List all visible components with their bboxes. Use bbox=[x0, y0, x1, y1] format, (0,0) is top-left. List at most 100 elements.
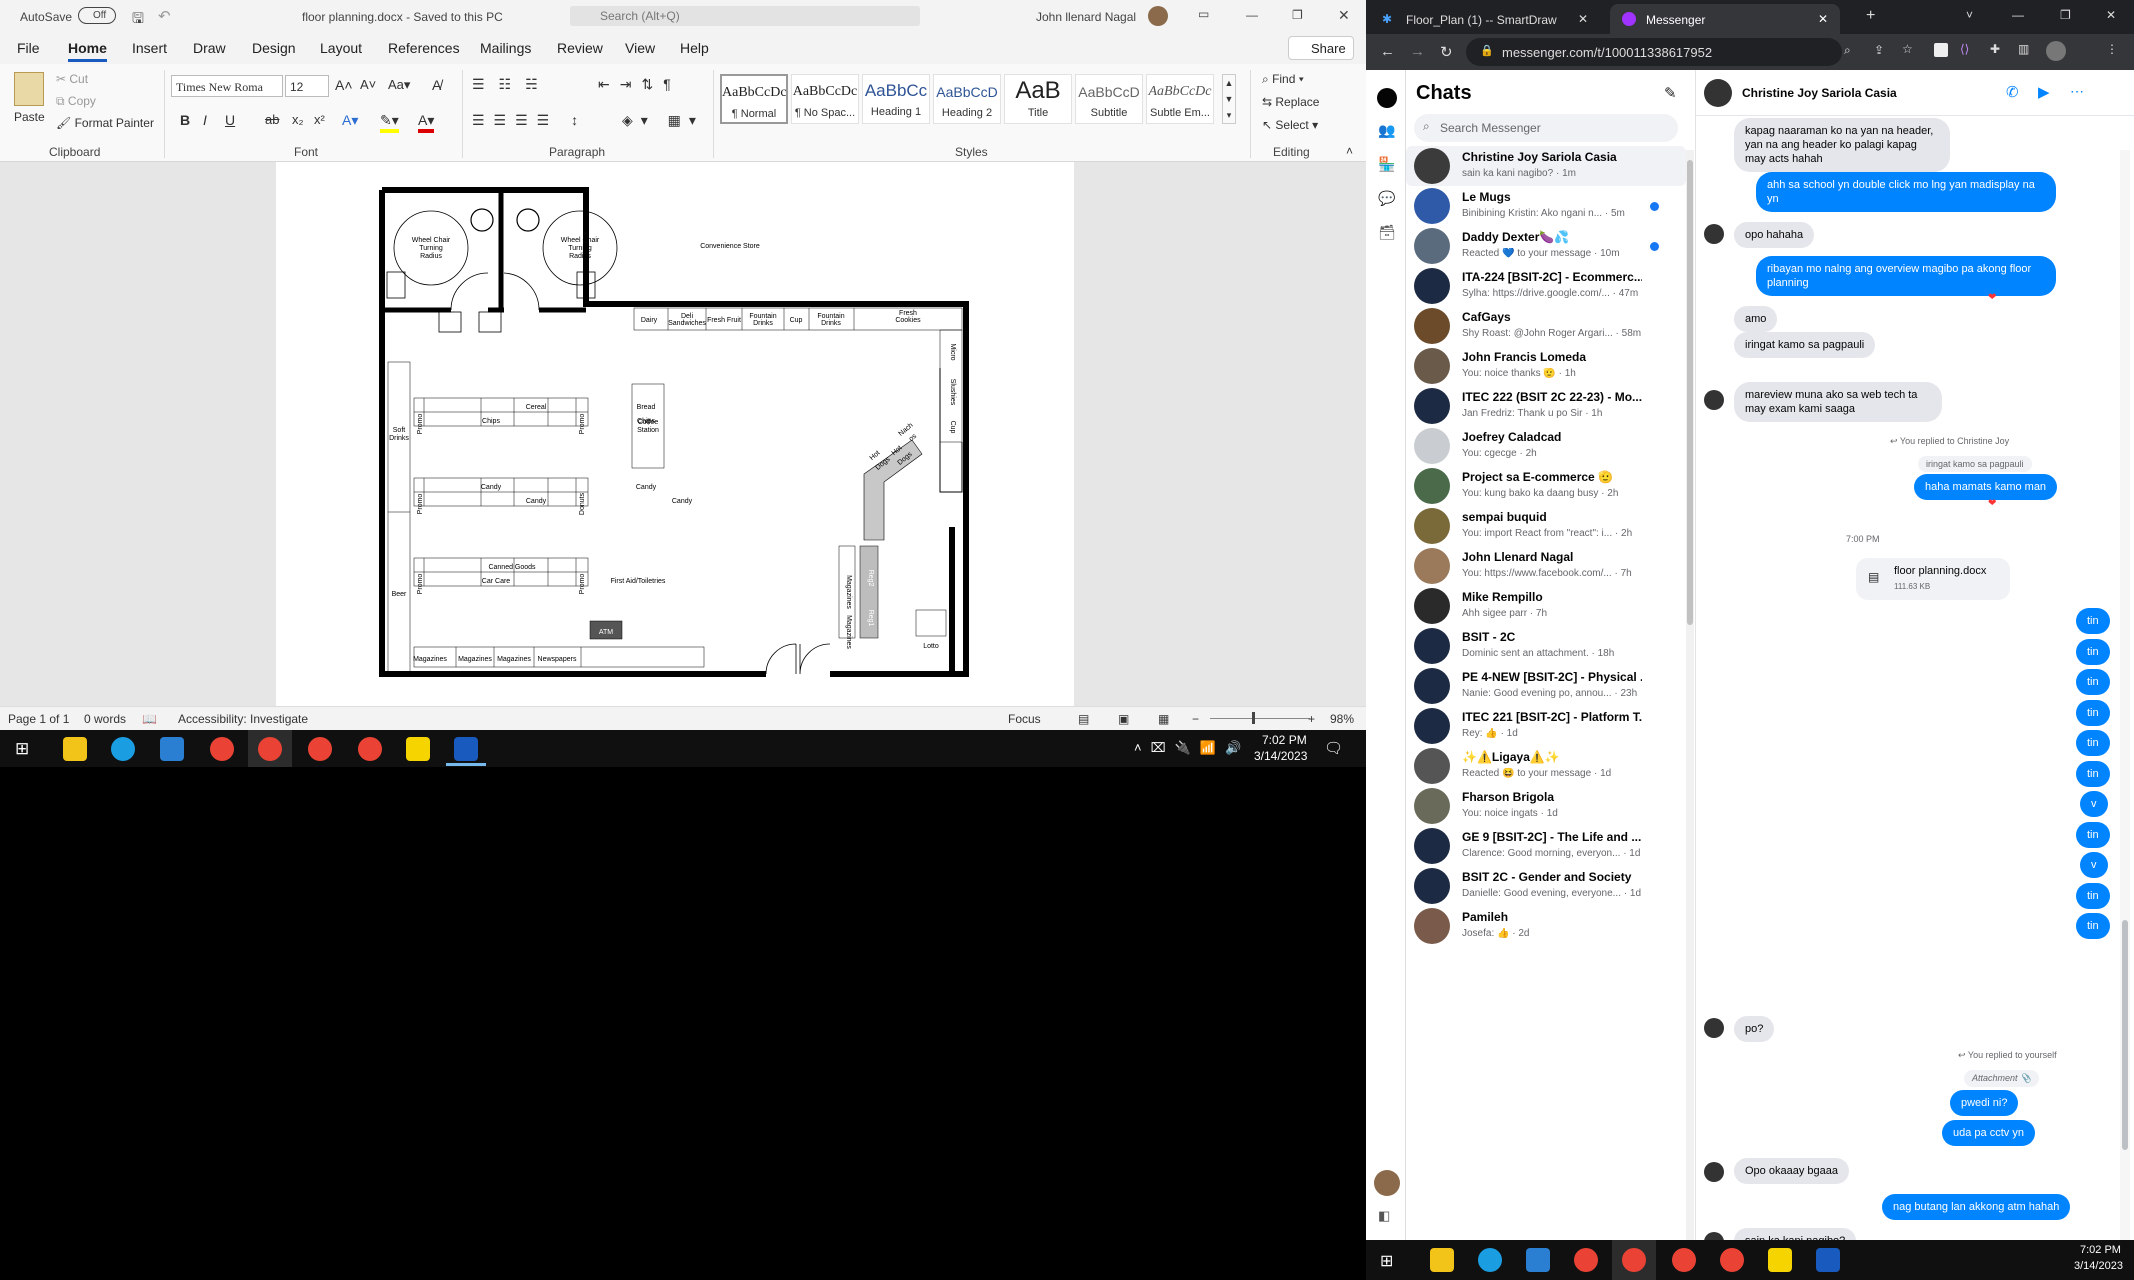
sticky-notes-icon[interactable] bbox=[1768, 1248, 1792, 1272]
message-sent[interactable]: ribayan mo nalng ang overview magibo pa … bbox=[1756, 256, 2056, 296]
focus-button[interactable]: Focus bbox=[1008, 712, 1041, 726]
chrome-icon[interactable] bbox=[1672, 1248, 1696, 1272]
zoom-icon[interactable]: ⌕ bbox=[1844, 43, 1851, 58]
web-layout-icon[interactable]: ▦ bbox=[1158, 712, 1169, 726]
chat-list-item[interactable]: sempai buquid You: import React from "rea… bbox=[1406, 506, 1686, 546]
subscript-icon[interactable]: x₂ bbox=[292, 112, 304, 127]
minimize-icon[interactable]: — bbox=[2012, 8, 2024, 22]
chrome-icon[interactable] bbox=[1622, 1248, 1646, 1272]
superscript-icon[interactable]: x² bbox=[314, 112, 325, 127]
my-avatar[interactable] bbox=[1374, 1170, 1400, 1196]
text-effects-icon[interactable]: A▾ bbox=[342, 112, 358, 129]
edge-icon[interactable] bbox=[111, 737, 135, 761]
tab-mailings[interactable]: Mailings bbox=[480, 40, 531, 56]
back-icon[interactable]: ← bbox=[1380, 43, 1395, 60]
italic-icon[interactable]: I bbox=[203, 112, 207, 128]
voice-call-icon[interactable]: ✆ bbox=[2006, 83, 2019, 101]
new-message-icon[interactable]: ✎ bbox=[1664, 84, 1677, 102]
save-icon[interactable]: 🖫 bbox=[132, 8, 144, 32]
style-title[interactable]: AaB Title bbox=[1004, 74, 1072, 124]
extension-icon[interactable]: ⟨⟩ bbox=[1960, 42, 1969, 56]
share-button[interactable]: Share bbox=[1288, 36, 1354, 60]
message-sent[interactable]: tin bbox=[2076, 730, 2110, 756]
shading-border-buttons[interactable]: ◈▾ ▦▾ bbox=[622, 112, 704, 129]
chrome-icon[interactable] bbox=[358, 737, 382, 761]
style-normal[interactable]: AaBbCcDc ¶ Normal bbox=[720, 74, 788, 124]
style-subtitle[interactable]: AaBbCcD Subtitle bbox=[1075, 74, 1143, 124]
chrome-icon[interactable] bbox=[308, 737, 332, 761]
message-sent[interactable]: tin bbox=[2076, 669, 2110, 695]
message-sent[interactable]: tin bbox=[2076, 760, 2110, 787]
chats-icon[interactable] bbox=[1377, 88, 1397, 108]
archive-icon[interactable]: 🗃 bbox=[1378, 224, 1396, 241]
message-received[interactable]: po? bbox=[1734, 1016, 1775, 1042]
zoom-slider[interactable] bbox=[1210, 718, 1310, 719]
chat-list-item[interactable]: Le Mugs Binibining Kristin: Ako ngani n..… bbox=[1406, 186, 1686, 226]
contact-avatar[interactable] bbox=[1704, 79, 1732, 107]
message-received[interactable]: opo hahaha bbox=[1734, 222, 1815, 248]
chrome-icon[interactable] bbox=[210, 737, 234, 761]
contact-name[interactable]: Christine Joy Sariola Casia bbox=[1742, 86, 1897, 100]
indent-buttons[interactable]: ⇤⇥⇅¶ bbox=[598, 76, 681, 93]
alignment-buttons[interactable]: ☰☰☰☰ ↕ bbox=[472, 112, 587, 129]
shrink-font-icon[interactable]: A˅ bbox=[360, 77, 376, 92]
message-sent[interactable]: nag butang lan akkong atm hahah bbox=[1882, 1194, 2071, 1220]
page-count[interactable]: Page 1 of 1 bbox=[8, 712, 69, 726]
close-tab-icon[interactable]: ✕ bbox=[1818, 12, 1828, 26]
chat-list-item[interactable]: Project sa E-commerce 🫡 You: kung bako ka… bbox=[1406, 466, 1686, 506]
chrome-icon[interactable] bbox=[258, 737, 282, 761]
tab-smartdraw[interactable]: ✱ Floor_Plan (1) -- SmartDraw ✕ bbox=[1370, 4, 1600, 34]
more-options-icon[interactable]: ⋯ bbox=[2070, 83, 2084, 100]
clock-date[interactable]: 3/14/2023 bbox=[2074, 1260, 2123, 1272]
user-avatar[interactable] bbox=[1148, 6, 1168, 26]
style-heading-1[interactable]: AaBbCc Heading 1 bbox=[862, 74, 930, 124]
read-mode-icon[interactable]: ▤ bbox=[1078, 712, 1089, 726]
vscode-icon[interactable] bbox=[1526, 1248, 1550, 1272]
chat-list-item[interactable]: CafGays Shy Roast: @John Roger Argari... … bbox=[1406, 306, 1686, 346]
paste-icon[interactable] bbox=[14, 72, 44, 106]
chrome-icon[interactable] bbox=[1574, 1248, 1598, 1272]
proofing-icon[interactable]: 📖 bbox=[142, 712, 157, 726]
clock-time[interactable]: 7:02 PM bbox=[2080, 1244, 2121, 1256]
tab-messenger[interactable]: Messenger ✕ bbox=[1610, 4, 1840, 34]
zoom-slider-thumb[interactable] bbox=[1252, 712, 1255, 724]
word-count[interactable]: 0 words bbox=[84, 712, 126, 726]
chat-list-item[interactable]: John Francis Lomeda You: noice thanks 🫡 ·… bbox=[1406, 346, 1686, 386]
message-received[interactable]: mareview muna ako sa web tech ta may exa… bbox=[1734, 382, 1942, 422]
font-color-icon[interactable]: A▾ bbox=[418, 112, 435, 133]
list-buttons[interactable]: ☰☷☵ bbox=[472, 76, 552, 93]
tab-design[interactable]: Design bbox=[252, 40, 296, 56]
chat-list-item[interactable]: ITEC 222 (BSIT 2C 22-23) - Mo... Jan Fred… bbox=[1406, 386, 1686, 426]
message-received[interactable]: amo bbox=[1734, 306, 1778, 332]
windows-start-icon[interactable]: ⊞ bbox=[1380, 1251, 1393, 1271]
message-sent[interactable]: pwedi ni? bbox=[1950, 1090, 2019, 1116]
message-sent[interactable]: uda pa cctv yn bbox=[1942, 1120, 2035, 1146]
maximize-icon[interactable]: ❐ bbox=[1292, 8, 1303, 22]
heart-reaction-icon[interactable]: ❤ bbox=[1988, 498, 1996, 509]
tab-insert[interactable]: Insert bbox=[132, 40, 167, 56]
strikethrough-icon[interactable]: ab bbox=[265, 112, 279, 127]
tab-review[interactable]: Review bbox=[557, 40, 603, 56]
address-bar[interactable]: 🔒 messenger.com/t/100011338617952 bbox=[1466, 38, 1842, 66]
windows-start-icon[interactable]: ⊞ bbox=[15, 739, 29, 759]
people-icon[interactable]: 👥 bbox=[1378, 122, 1395, 139]
vscode-icon[interactable] bbox=[160, 737, 184, 761]
heart-reaction-icon[interactable]: ❤ bbox=[1988, 292, 1996, 303]
search-messenger-input[interactable]: ⌕ Search Messenger bbox=[1414, 114, 1678, 142]
message-received[interactable]: iringat kamo sa pagpauli bbox=[1734, 332, 1876, 358]
chat-list-item[interactable]: Fharson Brigola You: noice ingats · 1d bbox=[1406, 786, 1686, 826]
conversation-scroll-thumb[interactable] bbox=[2122, 920, 2128, 1150]
message-received[interactable]: sain ka kani nagibo? bbox=[1734, 1228, 1857, 1240]
file-attachment[interactable]: ▤ floor planning.docx 111.63 KB bbox=[1856, 558, 2010, 600]
message-sent[interactable]: tin bbox=[2076, 821, 2110, 848]
close-icon[interactable]: ✕ bbox=[2106, 8, 2116, 22]
word-icon[interactable] bbox=[454, 737, 478, 761]
zoom-in-icon[interactable]: + bbox=[1308, 712, 1315, 726]
bold-icon[interactable]: B bbox=[180, 112, 190, 128]
style-no-spacing[interactable]: AaBbCcDc ¶ No Spac... bbox=[791, 74, 859, 124]
autosave-toggle[interactable]: Off bbox=[78, 7, 116, 24]
style-heading-2[interactable]: AaBbCcD Heading 2 bbox=[933, 74, 1001, 124]
close-tab-icon[interactable]: ✕ bbox=[1578, 12, 1588, 26]
message-received[interactable]: Opo okaaay bgaaa bbox=[1734, 1158, 1849, 1184]
word-search-box[interactable]: Search (Alt+Q) bbox=[570, 6, 920, 26]
